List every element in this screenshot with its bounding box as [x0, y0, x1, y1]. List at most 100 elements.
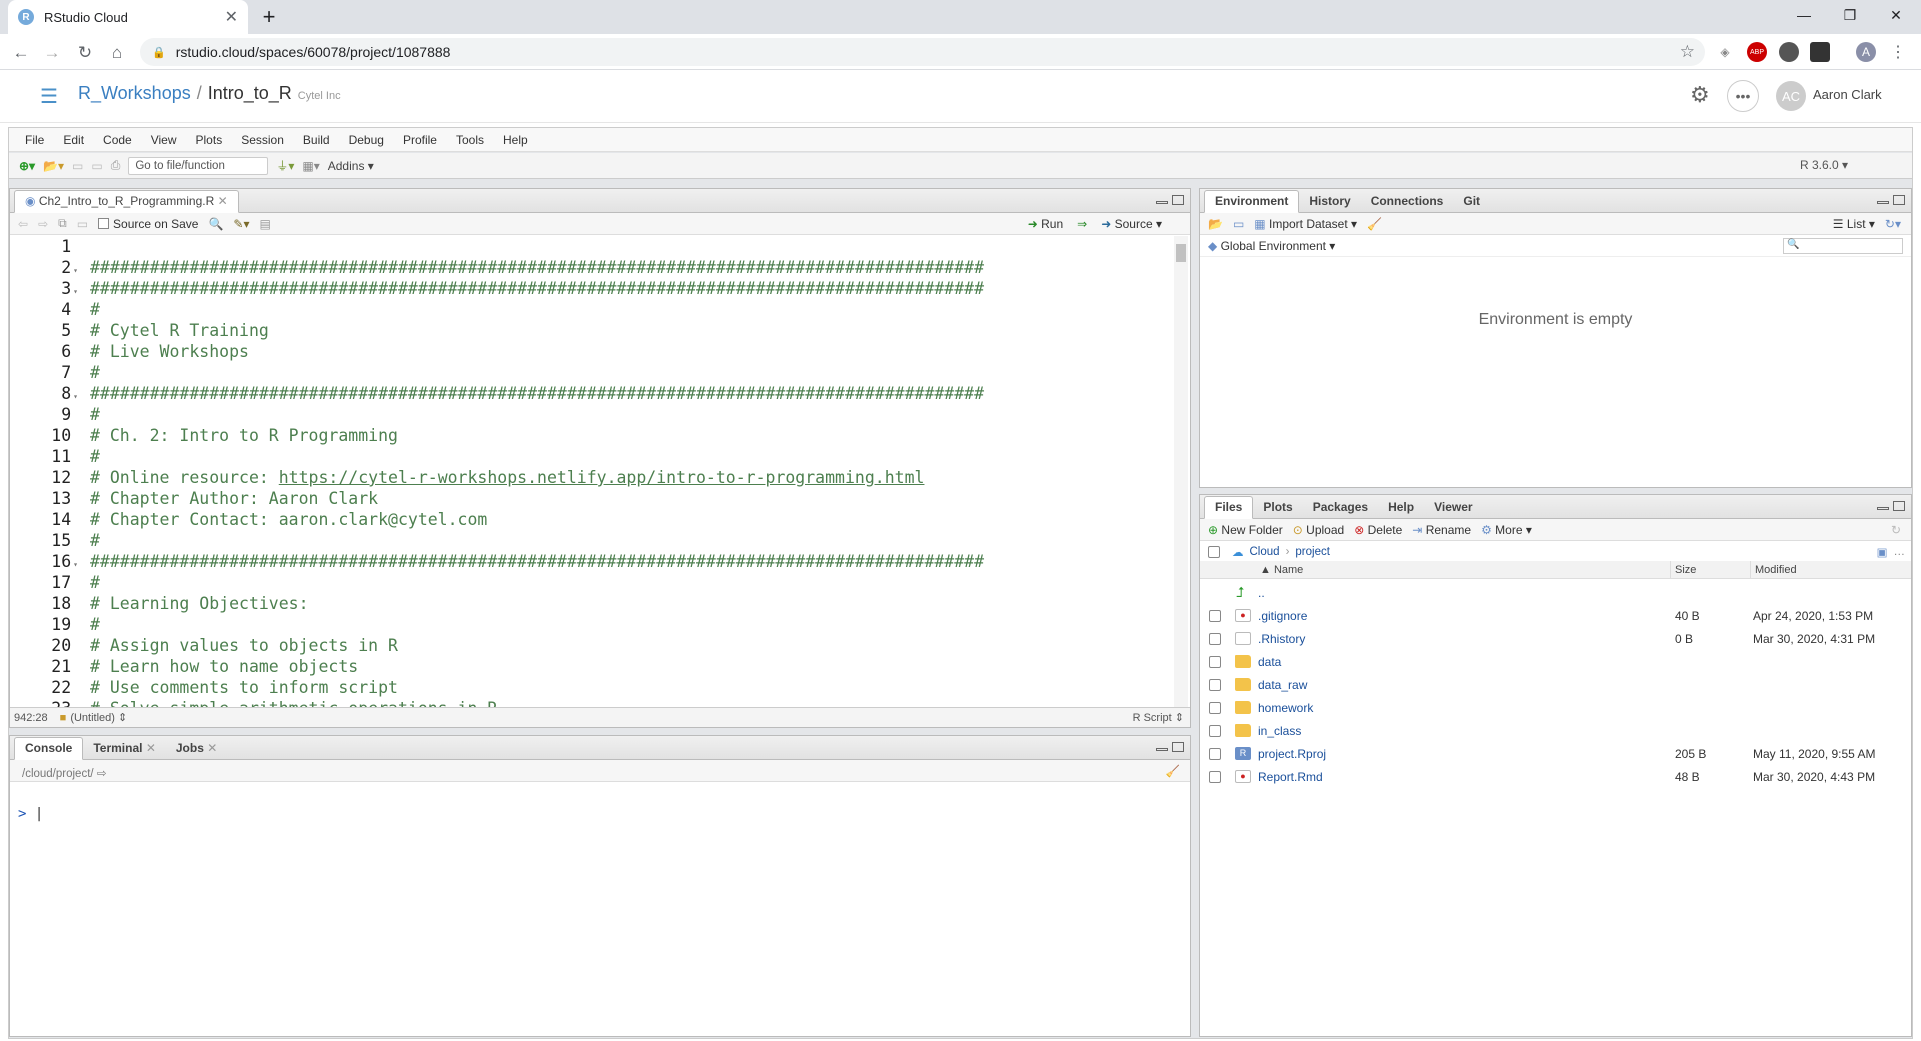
- tab-files[interactable]: Files: [1204, 496, 1254, 519]
- code-line[interactable]: # Use comments to inform script: [90, 677, 1170, 698]
- file-checkbox[interactable]: [1209, 609, 1221, 622]
- code-area[interactable]: ########################################…: [90, 236, 1170, 707]
- show-in-window-icon[interactable]: ⧉: [58, 216, 67, 231]
- back-arrow-icon[interactable]: ⇦: [18, 217, 28, 231]
- crumb-project[interactable]: project: [1295, 546, 1330, 558]
- code-line[interactable]: ########################################…: [90, 257, 1170, 278]
- env-search-input[interactable]: 🔍: [1783, 237, 1903, 254]
- extension-reader-icon[interactable]: [1810, 42, 1830, 62]
- crumb-cloud[interactable]: Cloud: [1250, 546, 1280, 558]
- code-line[interactable]: #: [90, 299, 1170, 320]
- code-line[interactable]: # Chapter Author: Aaron Clark: [90, 488, 1170, 509]
- run-button[interactable]: ➜ Run: [1028, 217, 1063, 231]
- menu-code[interactable]: Code: [103, 133, 132, 147]
- addins-menu[interactable]: Addins ▾: [328, 159, 374, 173]
- code-line[interactable]: #: [90, 614, 1170, 635]
- scope-menu[interactable]: (Untitled) ⇕: [70, 711, 127, 724]
- workspace-link[interactable]: R_Workshops: [78, 83, 191, 104]
- profile-avatar-icon[interactable]: A: [1856, 42, 1876, 62]
- save-icon[interactable]: ▭: [72, 159, 83, 173]
- minimize-window-button[interactable]: —: [1781, 0, 1827, 30]
- file-name-link[interactable]: .Rhistory: [1258, 632, 1305, 646]
- forward-button[interactable]: →: [39, 40, 65, 66]
- menu-help[interactable]: Help: [503, 133, 528, 147]
- url-bar[interactable]: 🔒 rstudio.cloud/spaces/60078/project/108…: [140, 38, 1705, 66]
- back-button[interactable]: ←: [8, 40, 34, 66]
- file-name-link[interactable]: in_class: [1258, 724, 1301, 738]
- code-line[interactable]: ########################################…: [90, 278, 1170, 299]
- file-checkbox[interactable]: [1209, 701, 1221, 714]
- menu-tools[interactable]: Tools: [456, 133, 484, 147]
- user-avatar[interactable]: AC: [1776, 81, 1806, 111]
- rename-button[interactable]: ⇥ Rename: [1412, 523, 1471, 537]
- more-options-icon[interactable]: •••: [1727, 80, 1759, 112]
- menu-session[interactable]: Session: [241, 133, 284, 147]
- file-checkbox[interactable]: [1209, 655, 1221, 668]
- extension-adblock-icon[interactable]: ABP: [1747, 42, 1767, 62]
- compile-report-icon[interactable]: ▤: [259, 217, 270, 231]
- refresh-files-icon[interactable]: ↻: [1891, 523, 1911, 537]
- menu-file[interactable]: File: [25, 133, 44, 147]
- extension-dropbox-icon[interactable]: ◈: [1715, 42, 1735, 62]
- tab-git[interactable]: Git: [1453, 191, 1490, 212]
- more-path-icon[interactable]: …: [1894, 546, 1912, 558]
- editor-scrollbar[interactable]: [1174, 236, 1188, 707]
- file-row[interactable]: in_class: [1200, 719, 1911, 742]
- delete-button[interactable]: ⊗ Delete: [1354, 523, 1402, 537]
- rerun-icon[interactable]: ⇒: [1077, 217, 1087, 231]
- file-name-link[interactable]: .gitignore: [1258, 609, 1307, 623]
- clear-environment-broom-icon[interactable]: 🧹: [1367, 217, 1382, 231]
- pane-layout-icon[interactable]: ▦▾: [302, 159, 319, 173]
- source-on-save-checkbox[interactable]: Source on Save: [98, 217, 198, 231]
- file-row[interactable]: ● .gitignore 40 B Apr 24, 2020, 1:53 PM: [1200, 604, 1911, 627]
- code-line[interactable]: # Learning Objectives:: [90, 593, 1170, 614]
- file-row[interactable]: data: [1200, 650, 1911, 673]
- user-name[interactable]: Aaron Clark: [1813, 87, 1882, 102]
- load-workspace-icon[interactable]: 📂: [1208, 217, 1223, 231]
- new-folder-button[interactable]: ⊕ New Folder: [1208, 523, 1283, 537]
- tab-environment[interactable]: Environment: [1204, 190, 1300, 213]
- code-line[interactable]: # Chapter Contact: aaron.clark@cytel.com: [90, 509, 1170, 530]
- tab-plots[interactable]: Plots: [1253, 497, 1302, 518]
- settings-gear-icon[interactable]: ⚙: [1690, 82, 1710, 108]
- code-line[interactable]: #: [90, 446, 1170, 467]
- code-line[interactable]: [90, 236, 1170, 257]
- code-line[interactable]: # Ch. 2: Intro to R Programming: [90, 425, 1170, 446]
- project-title[interactable]: Intro_to_R: [208, 83, 292, 104]
- tab-packages[interactable]: Packages: [1303, 497, 1378, 518]
- file-row[interactable]: .Rhistory 0 B Mar 30, 2020, 4:31 PM: [1200, 627, 1911, 650]
- file-checkbox[interactable]: [1209, 747, 1221, 760]
- file-name-link[interactable]: data_raw: [1258, 678, 1307, 692]
- file-checkbox[interactable]: [1209, 770, 1221, 783]
- code-line[interactable]: ########################################…: [90, 551, 1170, 572]
- bookmark-star-icon[interactable]: ☆: [1680, 42, 1695, 62]
- rproj-shortcut-icon[interactable]: ▣: [1877, 545, 1888, 559]
- hamburger-menu-icon[interactable]: ☰: [40, 84, 58, 109]
- file-row[interactable]: ● Report.Rmd 48 B Mar 30, 2020, 4:43 PM: [1200, 765, 1911, 788]
- file-checkbox[interactable]: [1209, 724, 1221, 737]
- file-checkbox[interactable]: [1209, 632, 1221, 645]
- menu-edit[interactable]: Edit: [63, 133, 84, 147]
- file-row[interactable]: homework: [1200, 696, 1911, 719]
- env-minmax[interactable]: [1877, 195, 1905, 205]
- code-line[interactable]: #: [90, 404, 1170, 425]
- code-line[interactable]: #: [90, 362, 1170, 383]
- print-icon[interactable]: ⎙: [111, 158, 121, 173]
- col-modified-header[interactable]: Modified: [1750, 561, 1797, 578]
- menu-profile[interactable]: Profile: [403, 133, 437, 147]
- goto-file-input[interactable]: Go to file/function: [128, 156, 269, 175]
- file-row[interactable]: Rproject.Rproj 205 B May 11, 2020, 9:55 AM: [1200, 742, 1911, 765]
- console-minmax[interactable]: [1156, 742, 1184, 752]
- code-line[interactable]: # Solve simple arithmetic operations in …: [90, 698, 1170, 707]
- forward-arrow-icon[interactable]: ⇨: [38, 217, 48, 231]
- clear-console-broom-icon[interactable]: 🧹: [1166, 764, 1180, 778]
- filetype-menu[interactable]: R Script ⇕: [1133, 711, 1190, 724]
- select-all-checkbox[interactable]: [1208, 545, 1220, 558]
- list-view-menu[interactable]: ☰ List ▾: [1833, 217, 1875, 231]
- file-name-link[interactable]: project.Rproj: [1258, 747, 1326, 761]
- col-name-header[interactable]: ▲ Name: [1260, 564, 1303, 576]
- refresh-env-icon[interactable]: ↻▾: [1885, 217, 1911, 231]
- source-button[interactable]: ➜ Source ▾: [1101, 217, 1162, 231]
- import-dataset-menu[interactable]: ▦ Import Dataset ▾: [1254, 217, 1357, 231]
- code-line[interactable]: # Online resource: https://cytel-r-works…: [90, 467, 1170, 488]
